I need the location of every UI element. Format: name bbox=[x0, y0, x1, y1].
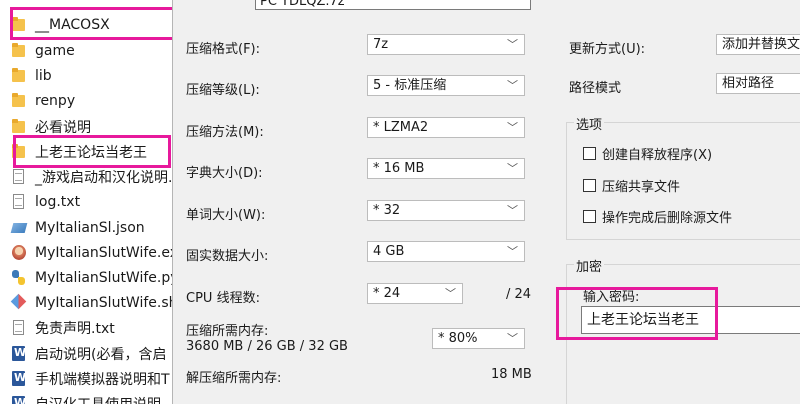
chevron-down-icon: ﹀ bbox=[507, 38, 518, 51]
update-mode-select[interactable]: 添加并替换文件 bbox=[716, 34, 800, 55]
file-item-launch-guide[interactable]: _游戏启动和汉化说明. bbox=[0, 164, 172, 189]
word-size-select[interactable]: * 32 ﹀ bbox=[367, 200, 525, 221]
file-item-py[interactable]: MyItalianSlutWife.py bbox=[0, 265, 172, 290]
method-label: 压缩方法(M): bbox=[186, 125, 264, 140]
path-mode-label: 路径模式 bbox=[569, 81, 622, 96]
file-item-laowang-folder[interactable]: 上老王论坛当老王 bbox=[0, 139, 172, 164]
delete-after-checkbox[interactable]: 操作完成后删除源文件 bbox=[583, 207, 732, 226]
mem-usage-select[interactable]: * 80% ﹀ bbox=[432, 328, 525, 349]
sfx-checkbox[interactable]: 创建自释放程序(X) bbox=[583, 144, 712, 163]
threads-label: CPU 线程数: bbox=[186, 291, 260, 306]
compress-dialog: PC YDLQZ.7z 压缩格式(F): 7z ﹀ 压缩等级(L): 5 - 标准… bbox=[172, 0, 800, 404]
dict-select[interactable]: * 16 MB ﹀ bbox=[367, 158, 525, 179]
checkbox-unchecked-icon bbox=[583, 147, 596, 160]
shared-files-checkbox[interactable]: 压缩共享文件 bbox=[583, 176, 680, 195]
level-label: 压缩等级(L): bbox=[186, 83, 260, 98]
python-file-icon bbox=[12, 269, 26, 286]
mem-decompress-value: 18 MB bbox=[491, 367, 532, 382]
word-size-label: 单词大小(W): bbox=[186, 208, 266, 223]
file-item-lib[interactable]: lib bbox=[0, 63, 172, 88]
chevron-down-icon: ﹀ bbox=[507, 121, 518, 134]
file-item-tool-doc[interactable]: 自汉化工具使用说明 bbox=[0, 391, 172, 404]
dict-label: 字典大小(D): bbox=[186, 166, 263, 181]
file-item-disclaimer[interactable]: 免责声明.txt bbox=[0, 315, 172, 340]
file-explorer: __MACOSX game lib renpy 必看说明 上老王论坛当老王 _游… bbox=[0, 0, 172, 404]
file-item-log[interactable]: log.txt bbox=[0, 189, 172, 214]
path-mode-select[interactable]: 相对路径﹀ bbox=[716, 73, 800, 94]
file-item-mobile-doc[interactable]: 手机端模拟器说明和T bbox=[0, 366, 172, 391]
file-item-game[interactable]: game bbox=[0, 38, 172, 63]
file-item-renpy[interactable]: renpy bbox=[0, 88, 172, 113]
chevron-down-icon: ﹀ bbox=[507, 245, 518, 258]
mem-decompress-label: 解压缩所需内存: bbox=[186, 371, 282, 386]
file-item-json[interactable]: MyItalianSl.json bbox=[0, 215, 172, 240]
text-file-icon bbox=[12, 193, 26, 210]
chevron-down-icon: ﹀ bbox=[507, 79, 518, 92]
game-exe-icon bbox=[12, 244, 26, 261]
chevron-down-icon: ﹀ bbox=[445, 287, 456, 300]
file-item-startup-doc[interactable]: 启动说明(必看，含启 bbox=[0, 341, 172, 366]
folder-icon bbox=[12, 118, 26, 135]
threads-select[interactable]: * 24 ﹀ bbox=[367, 283, 463, 304]
text-file-icon bbox=[12, 168, 26, 185]
solid-size-select[interactable]: 4 GB ﹀ bbox=[367, 241, 525, 262]
solid-size-label: 固实数据大小: bbox=[186, 249, 269, 264]
password-label: 输入密码: bbox=[583, 290, 640, 305]
shell-script-icon bbox=[12, 295, 26, 311]
word-doc-icon bbox=[12, 395, 26, 404]
chevron-down-icon: ﹀ bbox=[507, 204, 518, 217]
encryption-group bbox=[566, 264, 800, 404]
folder-icon bbox=[12, 42, 26, 59]
checkbox-unchecked-icon bbox=[583, 179, 596, 192]
file-item-sh[interactable]: MyItalianSlutWife.sh bbox=[0, 290, 172, 315]
password-input[interactable]: 上老王论坛当老王 bbox=[581, 306, 800, 334]
method-select[interactable]: * LZMA2 ﹀ bbox=[367, 117, 525, 138]
chevron-down-icon: ﹀ bbox=[507, 332, 518, 345]
folder-icon bbox=[12, 92, 26, 109]
level-select[interactable]: 5 - 标准压缩 ﹀ bbox=[367, 75, 525, 96]
options-title: 选项 bbox=[574, 114, 605, 133]
mem-compress-detail: 3680 MB / 26 GB / 32 GB bbox=[186, 339, 348, 354]
format-select[interactable]: 7z ﹀ bbox=[367, 34, 525, 55]
word-doc-icon bbox=[12, 370, 26, 387]
update-mode-label: 更新方式(U): bbox=[569, 42, 646, 57]
word-doc-icon bbox=[12, 345, 26, 362]
text-file-icon bbox=[12, 319, 26, 336]
file-item-macosx[interactable]: __MACOSX bbox=[0, 12, 172, 37]
file-item-readme-folder[interactable]: 必看说明 bbox=[0, 114, 172, 139]
threads-max: / 24 bbox=[506, 287, 532, 302]
json-file-icon bbox=[12, 220, 26, 236]
checkbox-unchecked-icon bbox=[583, 210, 596, 223]
chevron-down-icon: ﹀ bbox=[507, 162, 518, 175]
format-label: 压缩格式(F): bbox=[186, 42, 261, 57]
encryption-title: 加密 bbox=[574, 256, 605, 275]
mem-compress-label: 压缩所需内存: bbox=[186, 324, 269, 339]
folder-icon bbox=[12, 16, 26, 33]
folder-icon bbox=[12, 67, 26, 84]
folder-icon bbox=[12, 143, 26, 160]
archive-name-input[interactable]: PC YDLQZ.7z bbox=[255, 0, 531, 10]
file-item-exe[interactable]: MyItalianSlutWife.ex bbox=[0, 240, 172, 265]
